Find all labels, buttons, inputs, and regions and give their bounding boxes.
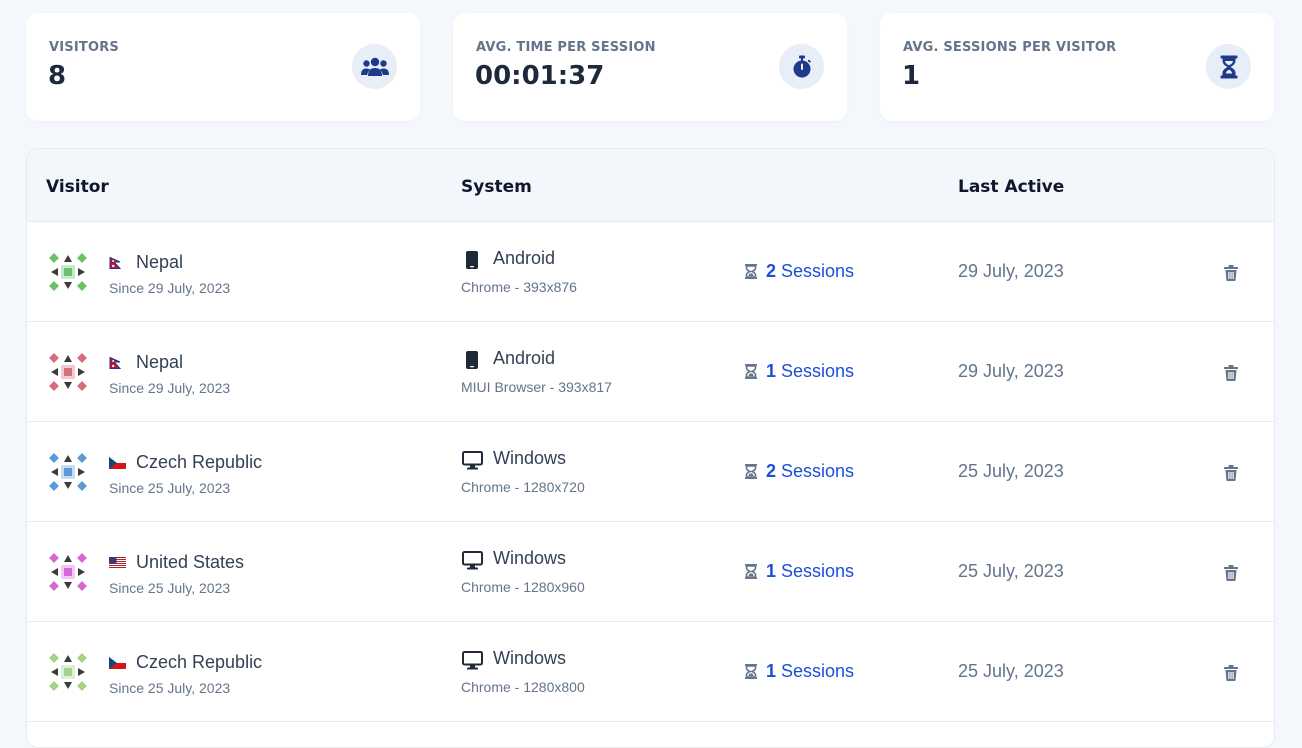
- session-label: Sessions: [781, 561, 855, 581]
- mobile-icon: [461, 349, 483, 371]
- stat-card-avg-time: AVG. TIME PER SESSION 00:01:37: [453, 13, 847, 121]
- visitor-avatar: [49, 253, 87, 291]
- trash-icon[interactable]: [1222, 364, 1240, 382]
- session-count: 2: [766, 261, 777, 281]
- sessions-link[interactable]: 1 Sessions: [745, 561, 854, 582]
- last-active-date: 25 July, 2023: [958, 461, 1064, 481]
- stat-label: AVG. SESSIONS PER VISITOR: [903, 40, 1117, 55]
- visitor-country: Nepal: [136, 252, 184, 272]
- visitor-since: Since 25 July, 2023: [109, 480, 231, 496]
- visitor-since: Since 25 July, 2023: [109, 680, 231, 696]
- session-label: Sessions: [781, 261, 855, 281]
- country-flag-icon: [109, 356, 126, 369]
- trash-icon[interactable]: [1222, 564, 1240, 582]
- table-header: Visitor System Last Active: [27, 149, 1274, 222]
- stat-label: AVG. TIME PER SESSION: [476, 40, 656, 55]
- mobile-icon: [461, 249, 483, 271]
- session-label: Sessions: [781, 361, 855, 381]
- table-row[interactable]: Czech Republic Since 25 July, 2023 Windo…: [27, 622, 1274, 722]
- stopwatch-icon: [779, 44, 824, 89]
- visitor-country: Czech Republic: [136, 452, 263, 472]
- session-count: 2: [766, 461, 777, 481]
- hourglass-icon: [745, 664, 757, 679]
- country-flag-icon: [108, 656, 127, 669]
- visitor-avatar: [49, 353, 87, 391]
- session-count: 1: [766, 661, 777, 681]
- country-flag-icon: [108, 456, 127, 469]
- visitor-avatar: [49, 553, 87, 591]
- country-flag-icon: [109, 256, 126, 269]
- trash-icon[interactable]: [1222, 464, 1240, 482]
- system-os: Windows: [493, 448, 567, 468]
- table-row[interactable]: Nepal Since 29 July, 2023 Android Chrome…: [27, 222, 1274, 322]
- visitor-country: United States: [136, 552, 245, 572]
- table-body: Nepal Since 29 July, 2023 Android Chrome…: [27, 222, 1274, 722]
- stats-row: VISITORS 8 AVG. TIME PER SESSION 00:01:3…: [26, 13, 1274, 121]
- visitor-avatar: [49, 453, 87, 491]
- monitor-icon: [461, 649, 483, 671]
- visitor-since: Since 29 July, 2023: [109, 280, 231, 296]
- stat-value: 8: [48, 61, 67, 91]
- table-row[interactable]: United States Since 25 July, 2023 Window…: [27, 522, 1274, 622]
- last-active-date: 25 July, 2023: [958, 661, 1064, 681]
- last-active-date: 29 July, 2023: [958, 361, 1064, 381]
- trash-icon[interactable]: [1222, 264, 1240, 282]
- visitor-country: Nepal: [136, 352, 184, 372]
- last-active-date: 25 July, 2023: [958, 561, 1064, 581]
- session-count: 1: [766, 361, 777, 381]
- column-header-system[interactable]: System: [461, 177, 532, 197]
- hourglass-icon: [745, 364, 757, 379]
- system-os: Android: [493, 348, 556, 368]
- stat-value: 00:01:37: [475, 61, 605, 91]
- sessions-link[interactable]: 2 Sessions: [745, 461, 854, 482]
- hourglass-icon: [745, 264, 757, 279]
- system-browser: Chrome - 1280x720: [461, 479, 585, 495]
- hourglass-icon: [745, 464, 757, 479]
- system-os: Windows: [493, 648, 567, 668]
- visitor-since: Since 25 July, 2023: [109, 580, 231, 596]
- session-label: Sessions: [781, 661, 855, 681]
- stat-card-visitors: VISITORS 8: [26, 13, 420, 121]
- country-flag-icon: [109, 556, 126, 569]
- table-row[interactable]: Czech Republic Since 25 July, 2023 Windo…: [27, 422, 1274, 522]
- sessions-link[interactable]: 1 Sessions: [745, 661, 854, 682]
- system-browser: Chrome - 393x876: [461, 279, 577, 295]
- column-header-visitor[interactable]: Visitor: [46, 177, 109, 197]
- stat-label: VISITORS: [49, 40, 119, 55]
- stat-value: 1: [902, 61, 921, 91]
- last-active-date: 29 July, 2023: [958, 261, 1064, 281]
- session-label: Sessions: [781, 461, 855, 481]
- column-header-last-active[interactable]: Last Active: [958, 177, 1064, 197]
- monitor-icon: [461, 449, 483, 471]
- system-browser: Chrome - 1280x960: [461, 579, 585, 595]
- stat-card-avg-sessions: AVG. SESSIONS PER VISITOR 1: [880, 13, 1274, 121]
- visitors-table: Visitor System Last Active Nepal Since 2…: [26, 148, 1275, 748]
- sessions-link[interactable]: 1 Sessions: [745, 361, 854, 382]
- visitor-country: Czech Republic: [136, 652, 263, 672]
- trash-icon[interactable]: [1222, 664, 1240, 682]
- system-browser: Chrome - 1280x800: [461, 679, 585, 695]
- hourglass-icon: [745, 564, 757, 579]
- system-browser: MIUI Browser - 393x817: [461, 379, 612, 395]
- system-os: Android: [493, 248, 556, 268]
- monitor-icon: [461, 549, 483, 571]
- hourglass-icon: [1206, 44, 1251, 89]
- sessions-link[interactable]: 2 Sessions: [745, 261, 854, 282]
- session-count: 1: [766, 561, 777, 581]
- visitor-since: Since 29 July, 2023: [109, 380, 231, 396]
- visitor-avatar: [49, 653, 87, 691]
- table-row[interactable]: Nepal Since 29 July, 2023 Android MIUI B…: [27, 322, 1274, 422]
- users-icon: [352, 44, 397, 89]
- system-os: Windows: [493, 548, 567, 568]
